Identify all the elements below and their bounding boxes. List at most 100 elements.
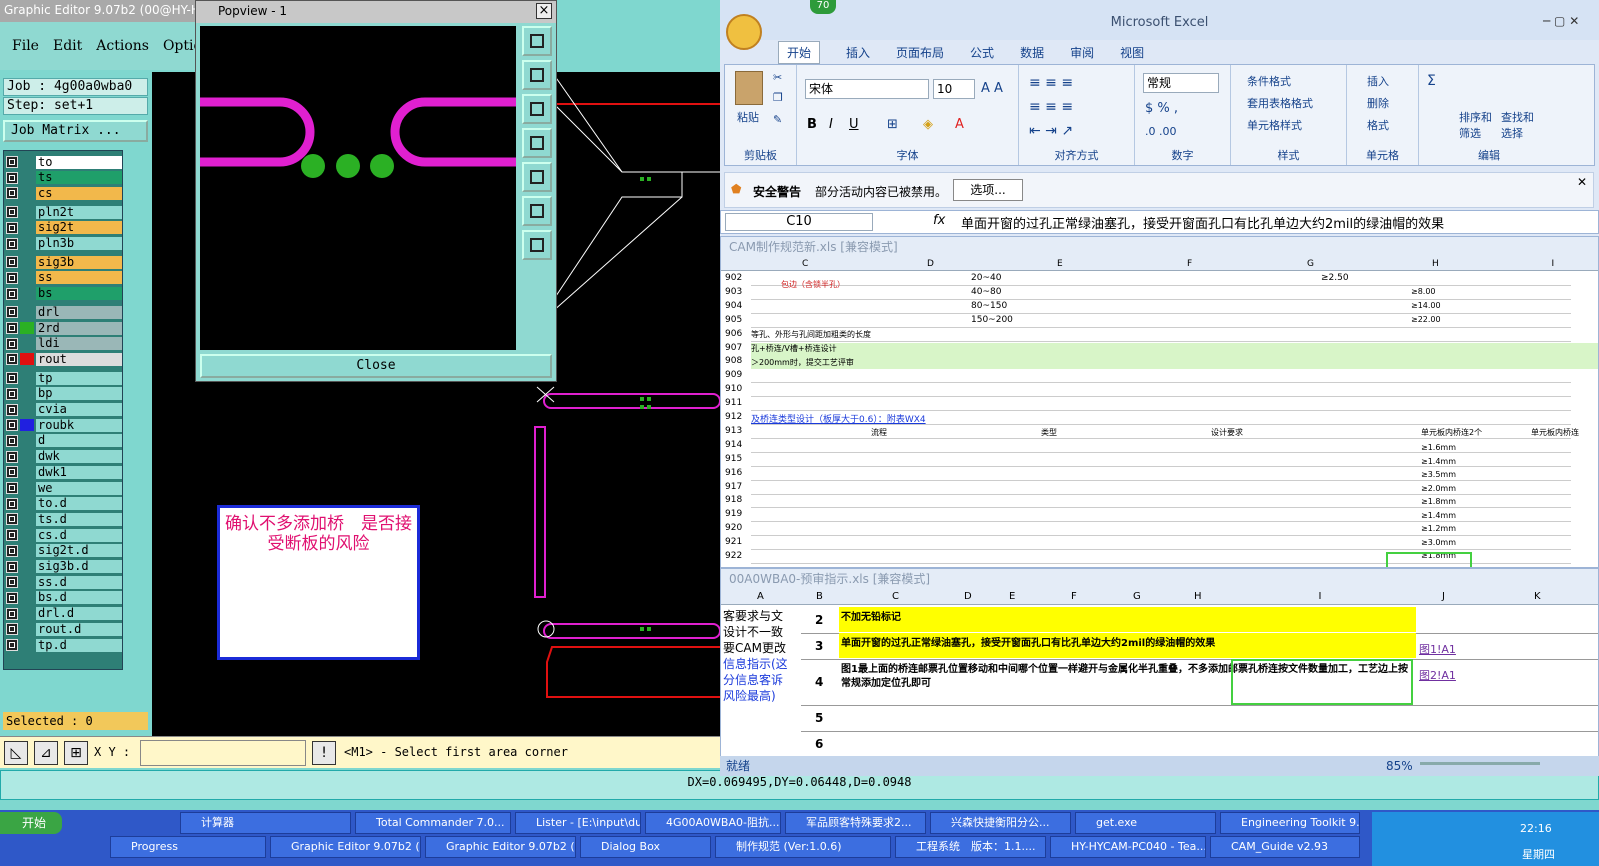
xy-input[interactable]: [140, 740, 306, 766]
tab-1[interactable]: 插入: [846, 44, 870, 61]
taskbar-item[interactable]: Graphic Editor 9.07b2 (0...: [425, 836, 576, 858]
layer-row[interactable]: rout: [6, 352, 122, 366]
wb1-grid[interactable]: C D E F G H I 902 903 904 905 906 907 908 909 910 911 912…: [721, 257, 1598, 567]
layer-checkbox[interactable]: [6, 353, 18, 366]
layer-name[interactable]: tp: [36, 371, 122, 385]
layer-name[interactable]: sig3b: [36, 255, 122, 269]
format-button[interactable]: 格式: [1367, 117, 1389, 133]
indent-icon[interactable]: ⇤ ⇥ ↗: [1029, 123, 1073, 139]
grid-icon[interactable]: ⊞: [64, 741, 88, 765]
taskbar-item[interactable]: Progress: [110, 836, 266, 858]
layer-checkbox[interactable]: [6, 450, 18, 463]
align-top-icon[interactable]: ≡ ≡ ≡: [1029, 75, 1073, 91]
layer-name[interactable]: we: [36, 481, 122, 495]
alert-icon[interactable]: !: [312, 741, 336, 765]
layer-name[interactable]: rout.d: [36, 622, 122, 636]
layer-row[interactable]: bs: [6, 287, 122, 301]
layer-name[interactable]: bs: [36, 287, 122, 301]
table-format-button[interactable]: 套用表格格式: [1247, 95, 1313, 111]
bold-icon[interactable]: B: [807, 117, 817, 132]
layer-name[interactable]: drl: [36, 305, 122, 319]
layer-row[interactable]: sig3b: [6, 255, 122, 269]
paste-label[interactable]: 粘贴: [737, 109, 759, 125]
layer-row[interactable]: cs.d: [6, 528, 122, 542]
layer-row[interactable]: sig3b.d: [6, 560, 122, 574]
layer-row[interactable]: ss.d: [6, 575, 122, 589]
layer-checkbox[interactable]: [6, 187, 18, 200]
menu-actions[interactable]: Actions: [96, 38, 149, 54]
copy-icon[interactable]: ❐: [773, 91, 783, 104]
taskbar-item[interactable]: Total Commander 7.0...: [355, 812, 511, 834]
layer-checkbox[interactable]: [6, 576, 18, 589]
function-icon[interactable]: fx: [933, 213, 945, 228]
decimal-icon[interactable]: .0 .00: [1145, 125, 1177, 138]
layer-checkbox[interactable]: [6, 306, 18, 319]
layer-row[interactable]: ts: [6, 171, 122, 185]
zoom-area-icon[interactable]: ◺: [4, 741, 28, 765]
delete-button[interactable]: 删除: [1367, 95, 1389, 111]
layer-name[interactable]: pln2t: [36, 205, 122, 219]
layer-name[interactable]: roubk: [36, 418, 122, 432]
layer-checkbox[interactable]: [6, 256, 18, 269]
layer-row[interactable]: we: [6, 481, 122, 495]
layer-row[interactable]: drl.d: [6, 607, 122, 621]
layer-checkbox[interactable]: [6, 287, 18, 300]
layer-checkbox[interactable]: [6, 591, 18, 604]
layer-row[interactable]: ldi: [6, 337, 122, 351]
tab-4[interactable]: 数据: [1020, 44, 1044, 61]
taskbar-item[interactable]: 制作规范 (Ver:1.0.6): [715, 836, 891, 858]
zoom-fit-icon[interactable]: [522, 26, 552, 56]
layer-name[interactable]: cs.d: [36, 528, 122, 542]
number-format-select[interactable]: 常规: [1143, 73, 1219, 93]
italic-icon[interactable]: I: [829, 117, 833, 132]
layer-row[interactable]: rout.d: [6, 622, 122, 636]
layer-checkbox[interactable]: [6, 221, 18, 234]
layer-checkbox[interactable]: [6, 171, 18, 184]
layer-name[interactable]: pln3b: [36, 237, 122, 250]
hyperlink[interactable]: 图1!A1: [1419, 641, 1456, 657]
layer-row[interactable]: 2rd: [6, 321, 122, 335]
layer-row[interactable]: roubk: [6, 418, 122, 432]
security-options-button[interactable]: 选项...: [953, 179, 1023, 201]
align-left-icon[interactable]: ≡ ≡ ≡: [1029, 99, 1073, 115]
close-icon[interactable]: ✕: [1577, 175, 1587, 189]
taskbar-item[interactable]: CAM_Guide v2.93: [1210, 836, 1360, 858]
layer-row[interactable]: sig2t: [6, 221, 122, 235]
layer-checkbox[interactable]: [6, 206, 18, 219]
taskbar-item[interactable]: Lister - [E:\input\duo...: [515, 812, 641, 834]
layer-row[interactable]: to: [6, 155, 122, 169]
percent-icon[interactable]: $ % ,: [1145, 101, 1178, 116]
layer-row[interactable]: dwk1: [6, 465, 122, 479]
layer-name[interactable]: cvia: [36, 403, 122, 416]
pan-up-icon[interactable]: [522, 60, 552, 90]
insert-button[interactable]: 插入: [1367, 73, 1389, 89]
fill-color-icon[interactable]: ◈: [923, 117, 933, 132]
layer-name[interactable]: bp: [36, 387, 122, 401]
layer-row[interactable]: pln3b: [6, 237, 122, 251]
pan-left-icon[interactable]: [522, 128, 552, 158]
taskbar-item[interactable]: 工程系统 版本：1.1....: [895, 836, 1046, 858]
window-controls[interactable]: ─ ▢ ✕: [1543, 14, 1593, 28]
zoom-slider[interactable]: [1420, 762, 1540, 765]
start-button[interactable]: 开始: [0, 812, 62, 834]
layer-name[interactable]: ss.d: [36, 575, 122, 589]
layer-row[interactable]: tp: [6, 371, 122, 385]
layer-checkbox[interactable]: [6, 482, 18, 494]
format-painter-icon[interactable]: ✎: [773, 113, 782, 126]
menu-edit[interactable]: Edit: [53, 38, 82, 54]
layer-checkbox[interactable]: [6, 322, 18, 334]
layer-name[interactable]: ts.d: [36, 512, 122, 526]
layer-name[interactable]: to: [36, 155, 122, 169]
layer-checkbox[interactable]: [6, 623, 18, 636]
layer-name[interactable]: d: [36, 434, 122, 448]
layer-row[interactable]: sig2t.d: [6, 544, 122, 558]
layer-checkbox[interactable]: [6, 337, 18, 350]
taskbar-item[interactable]: Dialog Box: [580, 836, 711, 858]
layer-row[interactable]: tp.d: [6, 638, 122, 652]
layer-row[interactable]: ss: [6, 271, 122, 285]
layer-checkbox[interactable]: [6, 513, 18, 526]
font-name-select[interactable]: 宋体: [805, 79, 929, 99]
zoom-out-icon[interactable]: [522, 230, 552, 260]
name-box[interactable]: C10: [725, 213, 873, 231]
layer-checkbox[interactable]: [6, 529, 18, 542]
